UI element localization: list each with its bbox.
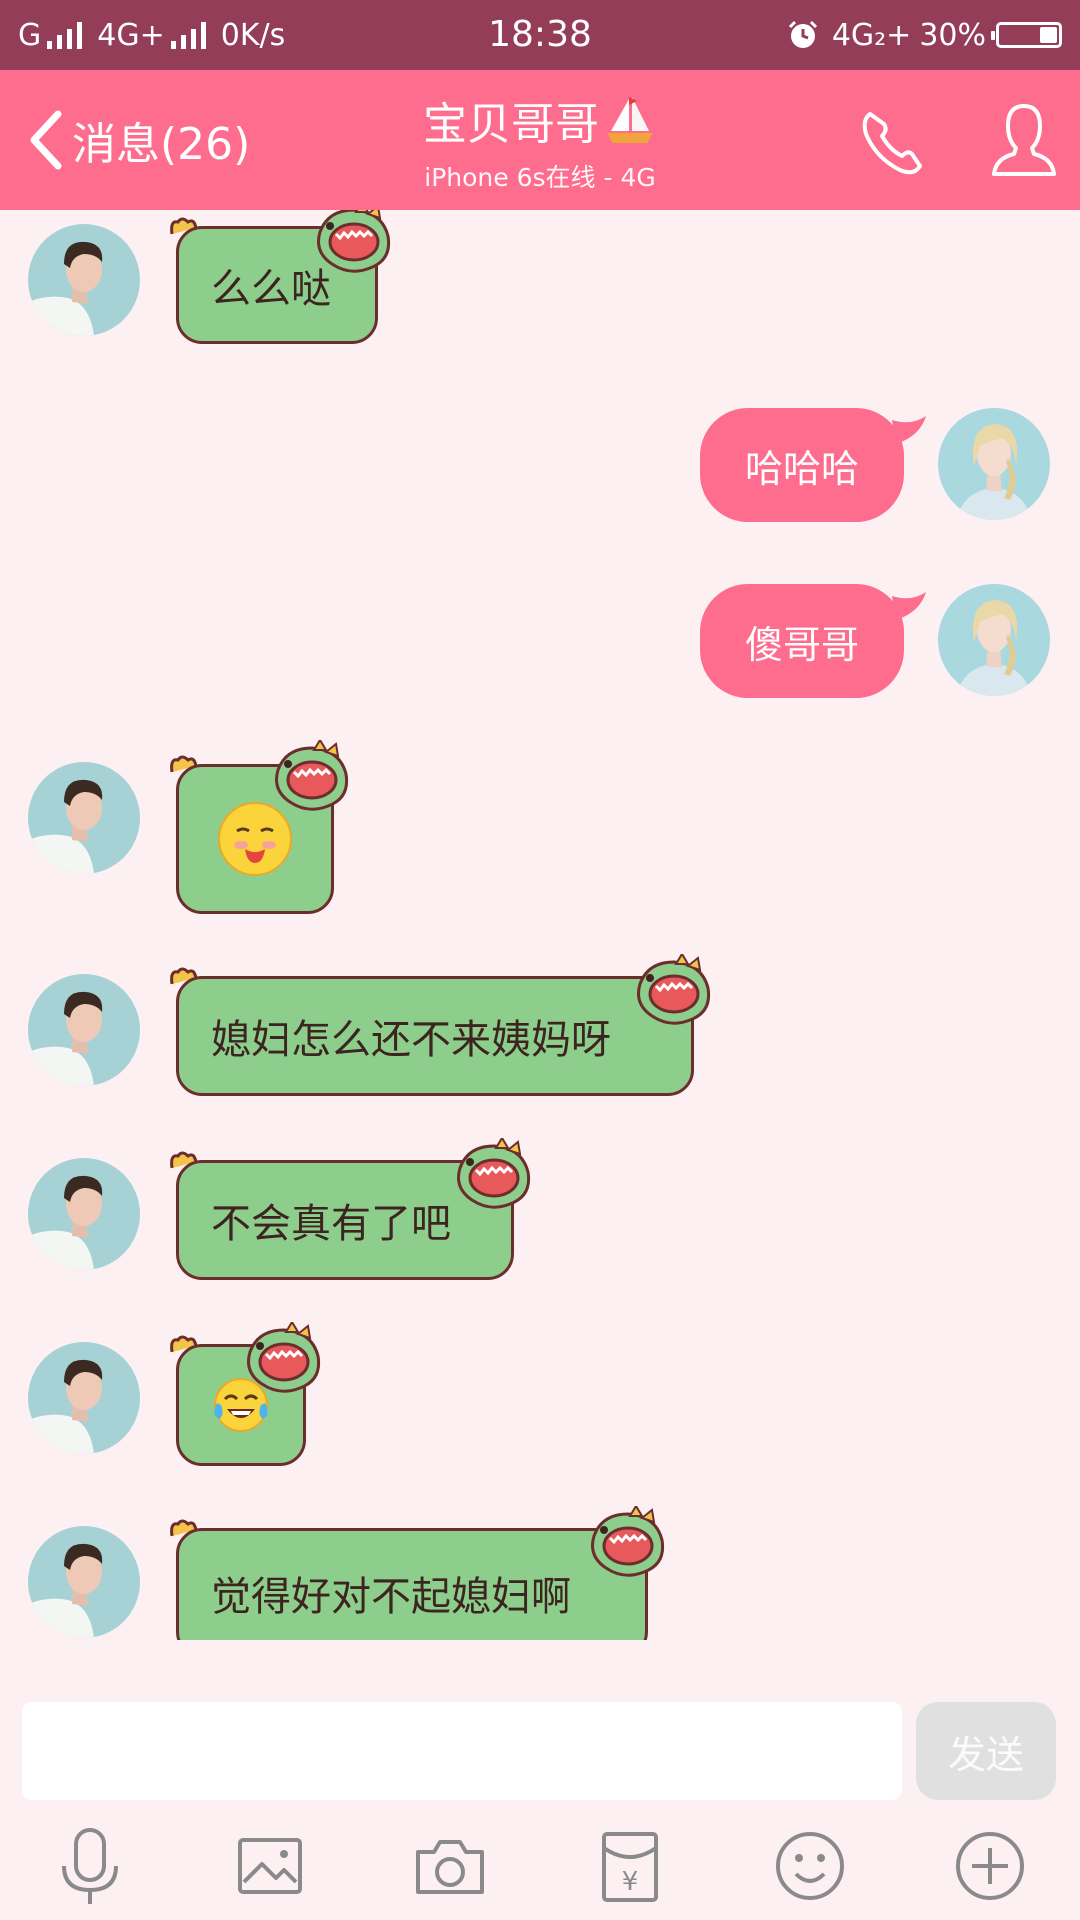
send-button[interactable]: 发送 xyxy=(916,1702,1056,1800)
microphone-icon[interactable] xyxy=(50,1826,130,1906)
battery-icon xyxy=(991,22,1062,48)
image-icon[interactable] xyxy=(230,1826,310,1906)
chevron-left-icon xyxy=(30,110,62,170)
camera-icon[interactable] xyxy=(410,1826,490,1906)
contact-status: iPhone 6s在线 - 4G xyxy=(424,163,656,192)
svg-text:¥: ¥ xyxy=(622,1867,639,1897)
message-bubble[interactable]: 觉得好对不起媳妇啊 xyxy=(176,1528,648,1640)
network-type: 4G₂+ xyxy=(831,17,912,53)
message-text: 不会真有了吧 xyxy=(211,1201,451,1247)
contact-name: 宝贝哥哥 xyxy=(423,99,599,150)
message-text: 觉得好对不起媳妇啊 xyxy=(211,1574,571,1620)
emoji-icon[interactable] xyxy=(770,1826,850,1906)
message-text: 媳妇怎么还不来姨妈呀 xyxy=(211,1017,611,1063)
phone-icon[interactable] xyxy=(856,106,928,178)
message-text: 哈哈哈 xyxy=(744,446,859,491)
contact-avatar[interactable] xyxy=(28,224,140,336)
back-label: 消息(26) xyxy=(72,119,251,170)
dino-sticker-icon xyxy=(310,210,394,276)
message-bubble-self[interactable]: 哈哈哈 xyxy=(700,408,904,522)
message-bubble[interactable]: 媳妇怎么还不来姨妈呀 xyxy=(176,976,694,1096)
message-list[interactable]: 么么哒 哈哈哈 傻哥哥 媳妇怎么还不来姨妈呀 不会真有了吧 觉得好对不起媳妇啊 xyxy=(0,210,1080,1640)
my-avatar[interactable] xyxy=(938,584,1050,696)
contact-avatar[interactable] xyxy=(28,1526,140,1638)
message-input[interactable] xyxy=(22,1702,902,1800)
battery-fill xyxy=(1040,27,1057,43)
dino-sticker-icon xyxy=(630,954,714,1028)
sailboat-icon xyxy=(607,97,653,143)
bubble-tail xyxy=(892,416,926,444)
dino-sticker-icon xyxy=(584,1506,668,1580)
bubble-tail xyxy=(892,592,926,620)
dino-sticker-icon xyxy=(450,1138,534,1212)
message-text: 傻哥哥 xyxy=(744,622,859,667)
status-bar: G 4G+ 0K/s 18:38 4G₂+ 30% xyxy=(0,0,1080,70)
message-bubble-self[interactable]: 傻哥哥 xyxy=(700,584,904,698)
my-avatar[interactable] xyxy=(938,408,1050,520)
chat-header: 消息(26) 宝贝哥哥 iPhone 6s在线 - 4G xyxy=(0,70,1080,210)
profile-icon[interactable] xyxy=(990,100,1058,180)
red-packet-icon[interactable]: ¥ xyxy=(590,1826,670,1906)
contact-avatar[interactable] xyxy=(28,1158,140,1270)
contact-avatar[interactable] xyxy=(28,1342,140,1454)
contact-avatar[interactable] xyxy=(28,974,140,1086)
contact-avatar[interactable] xyxy=(28,762,140,874)
dino-sticker-icon xyxy=(268,740,352,814)
plus-icon[interactable] xyxy=(950,1826,1030,1906)
battery-percent: 30% xyxy=(919,17,986,53)
contact-title[interactable]: 宝贝哥哥 iPhone 6s在线 - 4G xyxy=(340,88,740,194)
dino-sticker-icon xyxy=(240,1322,324,1396)
alarm-icon xyxy=(788,20,817,48)
back-button[interactable]: 消息(26) xyxy=(26,100,250,180)
